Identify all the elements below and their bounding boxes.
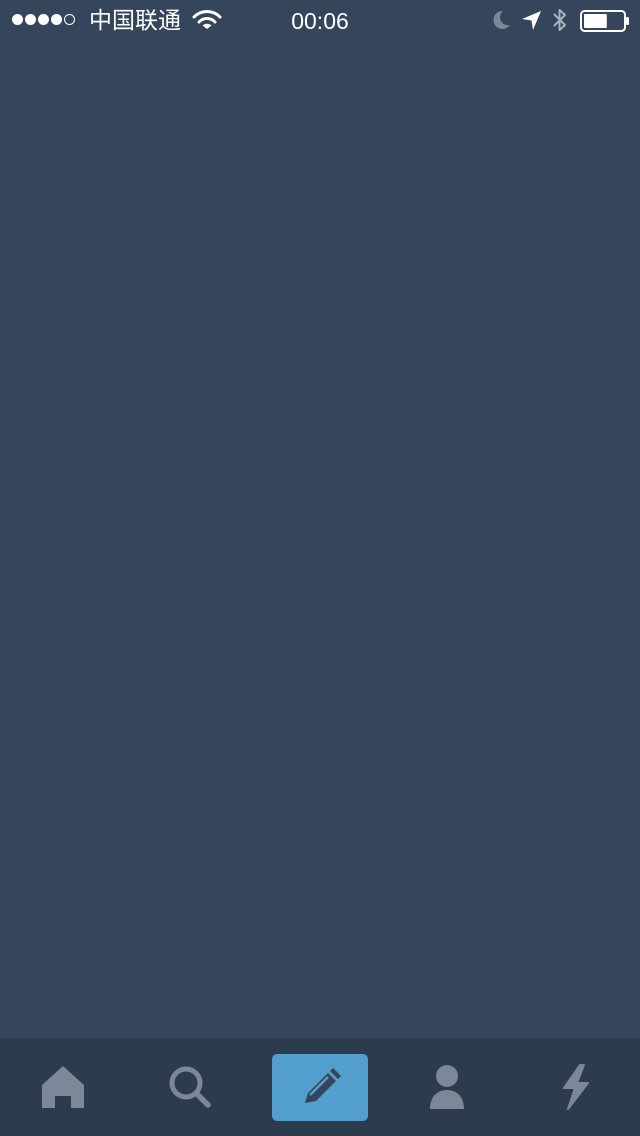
tab-account[interactable] [384,1038,510,1136]
person-icon [430,1065,464,1109]
lightning-icon [563,1064,589,1110]
tab-home[interactable] [0,1038,126,1136]
tab-bar [0,1038,640,1136]
home-icon [42,1066,84,1108]
moon-icon [493,10,510,29]
main-content-area [0,40,640,1038]
battery-icon [580,10,629,32]
status-bar: 中国联通 00:06 [0,0,640,40]
tab-activity[interactable] [512,1038,640,1136]
clock-time: 00:06 [291,8,349,34]
location-arrow-icon [522,11,541,30]
bluetooth-icon [553,9,566,31]
compose-button[interactable] [272,1053,368,1121]
pencil-icon [305,1068,341,1103]
search-icon [169,1066,211,1108]
tab-compose[interactable] [272,1038,368,1136]
tab-search[interactable] [126,1038,254,1136]
